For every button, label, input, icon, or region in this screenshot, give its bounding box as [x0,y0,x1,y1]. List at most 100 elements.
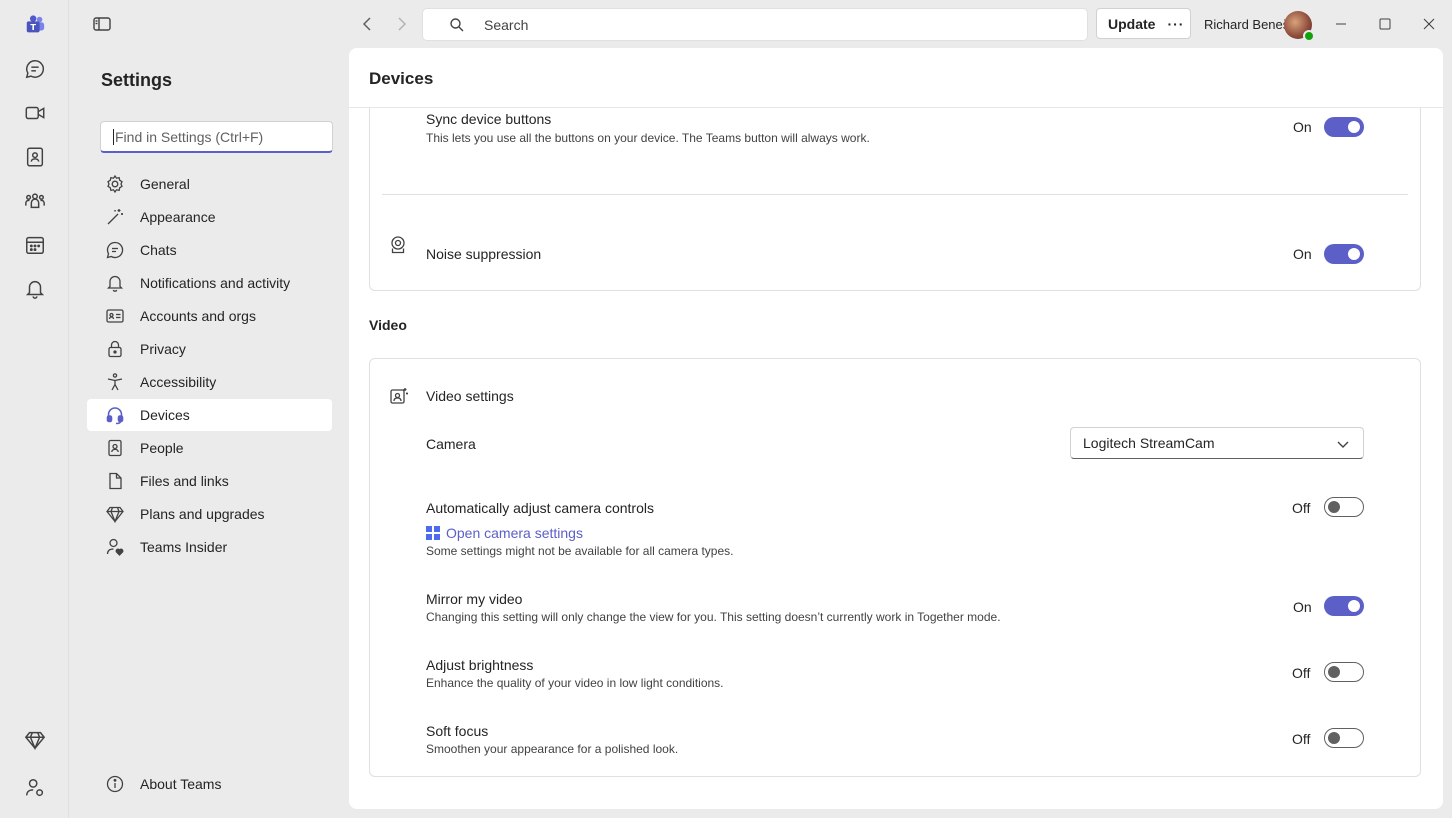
forward-arrow-icon[interactable] [391,14,411,34]
close-icon[interactable] [1417,12,1441,36]
diamond-icon [105,504,125,524]
nav-item-general[interactable]: General [87,168,332,200]
page-title: Devices [369,69,434,88]
bell-icon [105,273,125,293]
nav-item-plans[interactable]: Plans and upgrades [87,498,332,530]
bell-icon[interactable] [22,276,48,302]
video-settings-icon [389,386,409,406]
settings-content-panel: Sync device buttons This lets you use al… [349,48,1443,809]
nav-item-notifications[interactable]: Notifications and activity [87,267,332,299]
mirror-video-title: Mirror my video [426,591,523,607]
accessibility-icon [105,372,125,392]
video-section-heading: Video [369,317,407,333]
settings-search-input[interactable]: Find in Settings (Ctrl+F) [100,121,333,153]
mirror-state-label: On [1293,599,1312,615]
sync-device-buttons-desc: This lets you use all the buttons on you… [426,131,870,145]
video-icon[interactable] [22,100,48,126]
info-icon [105,774,125,794]
nav-label: About Teams [140,776,222,792]
sync-state-label: On [1293,119,1312,135]
soft-focus-toggle[interactable] [1324,728,1364,748]
sync-device-buttons-title: Sync device buttons [426,111,552,127]
nav-label: Accessibility [140,374,217,390]
headset-icon [105,405,125,425]
teams-logo-icon[interactable]: T [22,12,48,38]
search-icon [450,17,464,31]
nav-item-accounts[interactable]: Accounts and orgs [87,300,332,332]
soft-focus-state-label: Off [1292,731,1311,747]
nav-label: Notifications and activity [140,275,291,291]
update-label: Update [1108,15,1156,32]
soft-focus-title: Soft focus [426,723,489,739]
person-heart-icon [105,537,125,557]
nav-item-teams-insider[interactable]: Teams Insider [87,531,332,563]
noise-suppression-title: Noise suppression [426,246,542,262]
app-rail: T [0,0,69,818]
nav-label: Chats [140,242,177,258]
nav-item-devices[interactable]: Devices [87,399,332,431]
noise-suppression-icon [389,235,407,255]
nav-item-appearance[interactable]: Appearance [87,201,332,233]
nav-item-privacy[interactable]: Privacy [87,333,332,365]
back-arrow-icon[interactable] [358,14,378,34]
camera-label: Camera [426,436,476,452]
camera-select-value: Logitech StreamCam [1083,435,1215,451]
mirror-video-toggle[interactable] [1324,596,1364,616]
content-header: Devices [349,48,1443,108]
user-name[interactable]: Richard Beneš [1204,17,1289,32]
update-button[interactable]: Update ··· [1096,8,1191,39]
gear-icon [105,174,125,194]
text-caret [113,128,114,145]
magic-wand-icon [105,207,125,227]
chat-icon [105,240,125,260]
adjust-brightness-desc: Enhance the quality of your video in low… [426,676,724,690]
open-camera-settings-link[interactable]: Open camera settings [426,525,583,541]
presence-available-icon [1303,30,1315,42]
nav-item-accessibility[interactable]: Accessibility [87,366,332,398]
nav-item-about[interactable]: About Teams [87,768,332,800]
contacts-icon[interactable] [22,144,48,170]
svg-text:T: T [30,22,36,32]
nav-label: Accounts and orgs [140,308,256,324]
id-card-icon [105,306,125,326]
calendar-icon[interactable] [22,232,48,258]
nav-label: Plans and upgrades [140,506,265,522]
video-card: Video settings Camera Logitech StreamCam… [369,358,1421,777]
nav-item-people[interactable]: People [87,432,332,464]
divider [382,194,1408,195]
auto-adjust-title: Automatically adjust camera controls [426,500,654,516]
settings-title: Settings [101,70,173,90]
auto-adjust-state-label: Off [1292,500,1311,516]
nav-label: Files and links [140,473,229,489]
video-settings-title: Video settings [426,388,514,404]
nav-label: General [140,176,190,192]
maximize-icon[interactable] [1373,12,1397,36]
chat-icon[interactable] [22,56,48,82]
sync-device-buttons-toggle[interactable] [1324,117,1364,137]
avatar[interactable] [1284,11,1315,42]
camera-select[interactable]: Logitech StreamCam [1070,427,1364,459]
nav-label: Appearance [140,209,216,225]
nav-item-files[interactable]: Files and links [87,465,332,497]
person-settings-icon[interactable] [22,775,48,801]
global-search-input[interactable]: Search [422,8,1088,41]
minimize-icon[interactable] [1329,12,1353,36]
sidebar-toggle-icon[interactable] [92,14,112,34]
chevron-down-icon [1337,441,1349,448]
nav-label: Devices [140,407,190,423]
mirror-video-desc: Changing this setting will only change t… [426,610,1001,624]
noise-suppression-toggle[interactable] [1324,244,1364,264]
search-placeholder: Search [484,16,529,33]
teams-icon[interactable] [22,188,48,214]
auto-adjust-desc: Some settings might not be available for… [426,544,734,558]
auto-adjust-toggle[interactable] [1324,497,1364,517]
more-options-icon[interactable]: ··· [1167,16,1184,32]
adjust-brightness-toggle[interactable] [1324,662,1364,682]
adjust-brightness-title: Adjust brightness [426,657,534,673]
open-camera-settings-label: Open camera settings [446,525,583,541]
document-icon [105,471,125,491]
diamond-icon[interactable] [22,727,48,753]
nav-item-chats[interactable]: Chats [87,234,332,266]
nav-label: Privacy [140,341,186,357]
brightness-state-label: Off [1292,665,1311,681]
